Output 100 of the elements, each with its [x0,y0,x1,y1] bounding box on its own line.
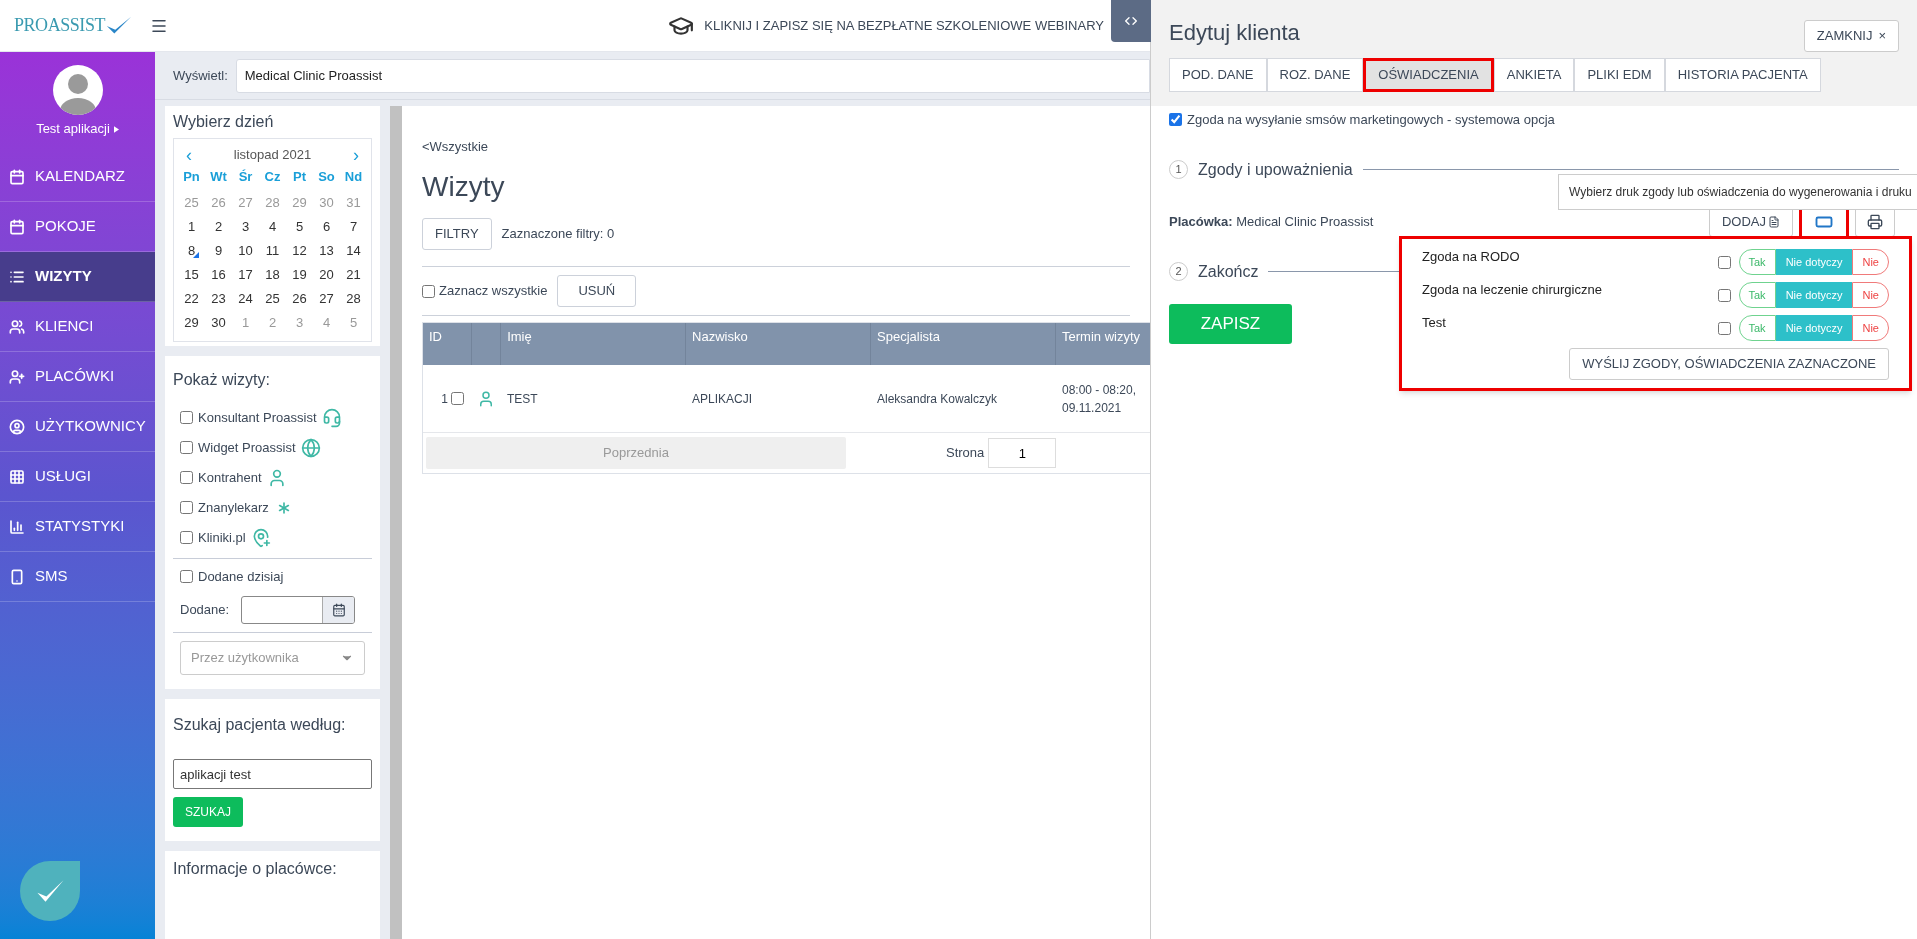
weekday-label: Nd [343,167,364,186]
webinar-link[interactable]: KLIKNIJ I ZAPISZ SIĘ NA BEZPŁATNE SZKOLENIOWE WEBINARY [704,15,1104,36]
delete-button[interactable]: USUŃ [557,275,637,307]
table-cell-text: 08:00 - 08:20, 09.11.2021 [1062,381,1138,417]
checkbox-label: Dodane dzisiaj [198,567,284,586]
column-header: Specjalista [871,323,1057,365]
table-cell: TEST [507,391,538,406]
calendar-day[interactable]: 26 [286,286,313,311]
checkbox[interactable] [450,392,464,405]
calendar-day[interactable]: 16 [205,262,232,287]
calendar-day[interactable]: 29 [178,310,205,335]
calendar-day[interactable]: 28 [340,286,367,311]
calendar-day[interactable]: 13 [313,238,340,263]
weekday-label: Śr [237,167,254,186]
calendar-day[interactable]: 3 [232,214,259,239]
table-cell-text: 1 [441,390,448,408]
calendar-day[interactable]: 2 [205,214,232,239]
user-circle-icon [9,418,25,435]
checkbox[interactable] [180,411,193,424]
back-link[interactable]: <Wszystkie [422,139,489,154]
checkbox[interactable] [180,471,193,484]
calendar-day[interactable]: 27 [313,286,340,311]
calendar-day[interactable]: 21 [340,262,367,287]
calendar-day[interactable]: 25 [259,286,286,311]
tab[interactable]: ANKIETA [1493,58,1575,92]
card-title: Szukaj pacjenta według: [173,715,347,735]
checkbox-label: Kontrahent [198,468,262,487]
checkbox[interactable] [180,531,193,544]
consent-label: Zgoda na leczenie chirurgiczne [1422,281,1602,299]
calendar-day[interactable]: 6 [313,214,340,239]
calendar-day[interactable]: 14 [340,238,367,263]
calendar-day[interactable]: 5 [286,214,313,239]
month-label: listopad 2021 [233,146,312,164]
filters-count: Zaznaczone filtry: 0 [501,225,615,244]
field-label: Wyświetl: [173,66,228,85]
calendar-day[interactable]: 4 [259,214,286,239]
checkbox-label: Zaznacz wszystkie [439,282,548,301]
grid-icon [9,468,25,485]
calendar-day[interactable]: 12 [286,238,313,263]
date-field[interactable] [241,596,356,624]
document-icon [1768,215,1780,228]
checkbox-label: Znanylekarz [198,498,269,517]
bar-chart-icon [9,518,25,535]
checkbox[interactable] [1717,255,1731,269]
page-label: Strona [946,444,985,463]
tab[interactable]: POD. DANE [1169,58,1267,92]
calendar-day[interactable]: 24 [232,286,259,311]
calendar-day[interactable]: 22 [178,286,205,311]
calendar-day[interactable]: 19 [286,262,313,287]
page-field[interactable]: 1 [988,438,1057,468]
calendar-icon [9,168,25,185]
globe-icon [300,437,321,458]
checkbox[interactable] [180,441,193,454]
send-button[interactable]: WYŚLIJ ZGODY, OŚWIADCZENIA ZAZNACZONE [1569,348,1889,380]
calendar-day[interactable]: 7 [340,214,367,239]
checkbox[interactable] [422,284,435,298]
search-field[interactable]: aplikacji test [173,759,372,789]
filters-button[interactable]: FILTRY [422,218,492,250]
close-button[interactable]: ZAMKNIJ × [1803,20,1899,52]
checkbox[interactable] [180,501,193,514]
calendar-day[interactable]: 23 [205,286,232,311]
user-plus-icon [9,368,25,385]
toggle-panel-button[interactable] [1111,0,1151,42]
panel-title: Edytuj klienta [1169,19,1300,47]
calendar-day[interactable]: 11 [259,238,286,263]
tab[interactable]: ROZ. DANE [1266,58,1364,92]
tab[interactable]: PLIKI EDM [1574,58,1665,92]
calendar-day[interactable]: 15 [178,262,205,287]
checkbox[interactable] [1169,113,1182,127]
check-logo-icon [20,861,80,921]
nav-item[interactable]: WIZYTY [0,252,155,302]
tab[interactable]: OŚWIADCZENIA [1363,58,1494,92]
calendar-day[interactable]: 1 [178,214,205,239]
field-label: Dodane: [180,601,230,620]
checkbox-label: Kliniki.pl [198,528,246,547]
calendar-day[interactable]: 30 [205,310,232,335]
display-field[interactable]: Medical Clinic Proassist [235,58,1150,93]
checkbox-label: Widget Proassist [198,438,296,457]
calendar-day[interactable]: 8 [178,238,205,263]
phone-icon [9,568,25,585]
card-title: Informacje o placówce: [173,859,338,879]
table-cell: Aleksandra Kowalczyk [877,391,998,406]
checkbox-label: Zgoda na wysyłanie smsów marketingowych - systemowa opcja [1187,111,1555,129]
calendar-day[interactable]: 17 [232,262,259,287]
checkbox[interactable] [180,569,193,583]
step-title: Zgody i upoważnienia [1198,159,1353,180]
user-menu[interactable]: Test aplikacji [36,119,119,139]
calendar-day[interactable]: 10 [232,238,259,263]
calendar-day[interactable]: 20 [313,262,340,287]
checkbox[interactable] [1717,288,1731,302]
checkbox-label: Konsultant Proassist [198,408,317,427]
checkbox[interactable] [1717,321,1731,335]
tooltip: Wybierz druk zgody lub oświadczenia do wygenerowania i druku [1558,174,1917,210]
scrollbar[interactable] [390,106,402,939]
calendar-day[interactable]: 9 [205,238,232,263]
tab[interactable]: HISTORIA PACJENTA [1664,58,1821,92]
step-title: Zakończ [1198,261,1259,282]
column-header: Nazwisko [686,323,872,365]
calendar-day[interactable]: 18 [259,262,286,287]
weekday-label: Pt [292,167,307,186]
